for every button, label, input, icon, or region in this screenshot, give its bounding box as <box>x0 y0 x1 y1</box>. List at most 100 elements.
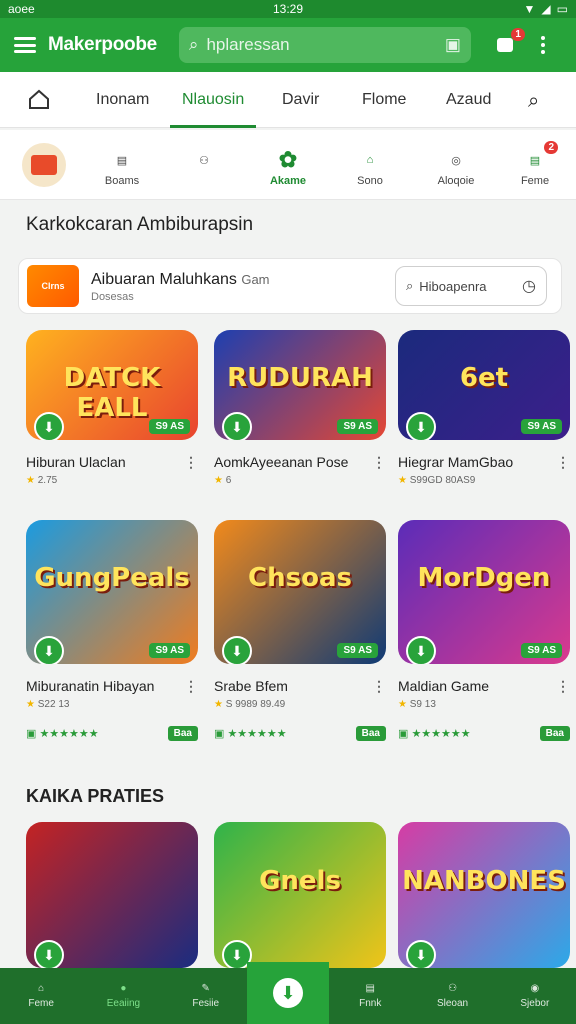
download-row[interactable]: ▣ ★★★★★★ Baa <box>214 726 386 741</box>
tab-0[interactable]: Inonam <box>96 72 149 128</box>
home-icon: ⌂ <box>38 983 45 994</box>
download-icon[interactable]: ⬇ <box>222 412 252 440</box>
game-card[interactable]: ⬇ <box>26 822 198 968</box>
game-name: Hiburan Ulaclan <box>26 454 126 470</box>
featured-category-avatar[interactable] <box>22 143 66 187</box>
home-tab-icon[interactable] <box>28 88 50 115</box>
people-icon: ⚇ <box>448 983 458 994</box>
notification-badge: 1 <box>511 28 525 41</box>
menu-icon[interactable] <box>14 37 36 53</box>
app-bar: Makerpoobe ⌕ hplaressan ▣ 1 <box>0 18 576 72</box>
nav-profile[interactable]: ◉ Sjebor <box>494 968 576 1024</box>
download-icon[interactable]: ⬇ <box>406 636 436 664</box>
gamepad-icon: ● <box>120 983 127 994</box>
profile-icon: ◉ <box>530 983 540 994</box>
more-icon[interactable]: ⋮ <box>372 678 386 695</box>
clock-icon: ◷ <box>522 278 536 295</box>
download-row[interactable]: ▣ ★★★★★★ Baa <box>398 726 570 741</box>
game-name-row: Srabe Bfem ⋮ <box>214 678 386 695</box>
nav-social[interactable]: ⚇ Sleoan <box>411 968 493 1024</box>
promo-subtitle: Dosesas <box>91 291 134 303</box>
more-icon[interactable]: ⋮ <box>184 678 198 695</box>
nav-games[interactable]: ● Eeaiing <box>82 968 164 1024</box>
game-art-text: GungPeals <box>34 563 190 594</box>
game-thumbnail[interactable]: Gnels ⬇ <box>214 822 386 968</box>
app-title: Makerpoobe <box>48 34 157 55</box>
rating-stars: ▣ ★★★★★★ <box>26 728 99 740</box>
more-icon[interactable]: ⋮ <box>184 454 198 471</box>
more-icon[interactable]: ⋮ <box>372 454 386 471</box>
search-icon: ⌕ <box>188 35 199 54</box>
nav-list[interactable]: ▤ Fnnk <box>329 968 411 1024</box>
search-tab-icon[interactable]: ⌕ <box>528 90 539 113</box>
category-4[interactable]: ◎ Aloqoie <box>421 145 491 188</box>
game-name-row: Hiegrar MamGbao ⋮ <box>398 454 570 471</box>
game-thumbnail[interactable]: DATCK EALL S9 AS ⬇ <box>26 330 198 440</box>
star-icon: ★ <box>214 475 226 486</box>
game-card[interactable]: MorDgen S9 AS ⬇ Maldian Game ⋮ ★ S9 13 ▣ ★★★★★… <box>398 520 570 741</box>
tab-3[interactable]: Flome <box>362 72 406 128</box>
game-thumbnail[interactable]: NANBONES ⬇ <box>398 822 570 968</box>
download-icon[interactable]: ⬇ <box>34 636 64 664</box>
download-row[interactable]: ▣ ★★★★★★ Baa <box>26 726 198 741</box>
nav-home[interactable]: ⌂ Feme <box>0 968 82 1024</box>
game-card[interactable]: GungPeals S9 AS ⬇ Miburanatin Hibayan ⋮ ★ S22… <box>26 520 198 741</box>
star-icon: ★ <box>214 699 226 710</box>
overflow-menu-icon[interactable] <box>540 36 545 54</box>
category-2[interactable]: ✿ Akame <box>253 145 323 187</box>
category-0[interactable]: ▤ Boams <box>87 145 157 188</box>
search-input[interactable]: ⌕ hplaressan ▣ <box>178 27 471 63</box>
promo-title: Aibuaran Maluhkans Gam <box>91 271 270 288</box>
download-icon[interactable]: ⬇ <box>406 412 436 440</box>
game-card[interactable]: RUDURAH S9 AS ⬇ AomkAyeeanan Pose ⋮ ★ 6 <box>214 330 386 486</box>
game-thumbnail[interactable]: Chsoas S9 AS ⬇ <box>214 520 386 664</box>
game-card[interactable]: 6et S9 AS ⬇ Hiegrar MamGbao ⋮ ★ S99GD 80AS9 <box>398 330 570 486</box>
list-icon: ▤ <box>365 983 375 994</box>
image-search-icon[interactable]: ▣ <box>445 35 461 55</box>
rating-stars: ▣ ★★★★★★ <box>214 728 287 740</box>
notifications-button[interactable]: 1 <box>495 28 525 56</box>
game-name: Hiegrar MamGbao <box>398 454 514 470</box>
category-label: Boams <box>104 175 140 187</box>
category-3[interactable]: ⌂ Sono <box>335 145 405 187</box>
category-1[interactable]: ⚇ <box>169 145 239 175</box>
tab-bar: Inonam Nlauosin Davir Flome Azaud ⌕ <box>0 72 576 128</box>
tab-4[interactable]: Azaud <box>446 72 491 128</box>
download-pill[interactable]: Baa <box>167 726 198 741</box>
game-thumbnail[interactable]: GungPeals S9 AS ⬇ <box>26 520 198 664</box>
download-pill[interactable]: Baa <box>355 726 386 741</box>
download-pill[interactable]: Baa <box>539 726 570 741</box>
game-thumbnail[interactable]: MorDgen S9 AS ⬇ <box>398 520 570 664</box>
notes-icon: ▤ <box>116 154 128 167</box>
game-art-text: MorDgen <box>417 563 551 594</box>
game-thumbnail[interactable]: RUDURAH S9 AS ⬇ <box>214 330 386 440</box>
game-icon: ✿ <box>278 147 298 172</box>
game-art-text: 6et <box>459 363 509 393</box>
more-icon[interactable]: ⋮ <box>556 454 570 471</box>
download-icon[interactable]: ⬇ <box>34 412 64 440</box>
download-icon[interactable]: ⬇ <box>34 940 64 968</box>
more-icon[interactable]: ⋮ <box>556 678 570 695</box>
game-tag: S9 AS <box>337 643 378 658</box>
game-card[interactable]: Chsoas S9 AS ⬇ Srabe Bfem ⋮ ★ S 9989 89.49 ▣ ★… <box>214 520 386 741</box>
promo-search-box[interactable]: ⌕ Hiboapenra ◷ <box>395 266 547 306</box>
list-icon: ▤ <box>529 154 541 167</box>
download-icon[interactable]: ⬇ <box>406 940 436 968</box>
game-card[interactable]: NANBONES ⬇ <box>398 822 570 968</box>
game-thumbnail[interactable]: 6et S9 AS ⬇ <box>398 330 570 440</box>
game-card[interactable]: Gnels ⬇ <box>214 822 386 968</box>
home-icon: ⌂ <box>366 154 374 166</box>
download-icon[interactable]: ⬇ <box>222 636 252 664</box>
game-rating: ★ S22 13 <box>26 699 70 710</box>
edit-icon: ✎ <box>201 983 210 994</box>
category-label: Feme <box>520 175 550 187</box>
section-title: Karkokcaran Ambiburapsin <box>26 214 254 235</box>
tab-2[interactable]: Davir <box>282 72 319 128</box>
category-5[interactable]: ▤ Feme 2 <box>500 141 570 187</box>
nav-download[interactable]: ⬇ <box>246 962 330 1024</box>
promo-banner[interactable]: Clrns Aibuaran Maluhkans Gam Dosesas ⌕ H… <box>18 258 562 314</box>
tab-1[interactable]: Nlauosin <box>169 72 257 128</box>
game-card[interactable]: DATCK EALL S9 AS ⬇ Hiburan Ulaclan ⋮ ★ 2.75 <box>26 330 198 486</box>
nav-edit[interactable]: ✎ Fesiie <box>165 968 247 1024</box>
game-thumbnail[interactable]: ⬇ <box>26 822 198 968</box>
